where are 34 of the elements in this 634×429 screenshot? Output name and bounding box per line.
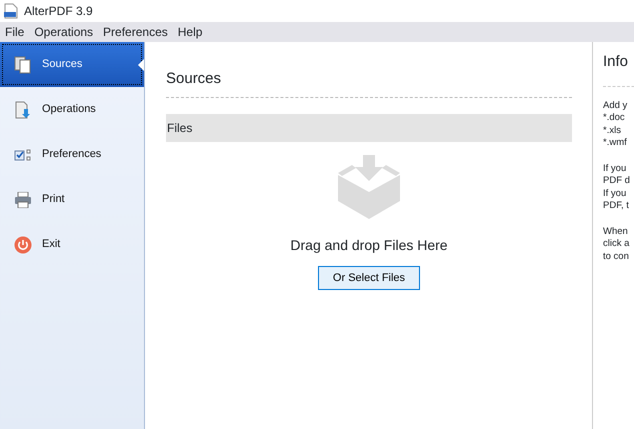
- info-text-line: If you: [603, 162, 628, 175]
- info-text-line: to con: [603, 250, 630, 263]
- power-icon: [14, 236, 32, 254]
- menu-item[interactable]: File: [0, 23, 30, 41]
- app-icon: [4, 3, 18, 19]
- sidebar-item[interactable]: Exit: [0, 222, 144, 267]
- menu-item[interactable]: Help: [172, 23, 208, 41]
- printer-icon: [14, 192, 32, 208]
- info-title: Info: [603, 51, 634, 86]
- info-text-line: When: [603, 226, 629, 238]
- info-text-line: click a: [603, 238, 630, 250]
- sidebar-item[interactable]: Print: [0, 177, 144, 222]
- page-title: Sources: [166, 68, 572, 98]
- info-text-line: If you: [603, 188, 628, 200]
- sources-icon: [14, 56, 32, 74]
- info-text-line: *.wmf: [603, 137, 628, 150]
- info-text-line: PDF d: [603, 175, 631, 188]
- drop-instruction: Drag and drop Files Here: [290, 236, 448, 255]
- section-header: Files: [166, 114, 572, 142]
- info-text-line: *.doc: [603, 112, 626, 124]
- info-text-line: *.xls: [603, 124, 622, 137]
- menu-item[interactable]: Preferences: [98, 23, 173, 41]
- info-text-line: PDF, t: [603, 200, 630, 212]
- sidebar-item[interactable]: Sources: [0, 42, 144, 87]
- checklist-icon: [14, 148, 32, 162]
- sidebar-item[interactable]: Operations: [0, 87, 144, 132]
- window-title: AlterPDF 3.9: [24, 3, 93, 20]
- menu-item[interactable]: Operations: [29, 23, 98, 41]
- selection-pointer: [138, 58, 144, 70]
- drop-box-icon: [338, 154, 400, 220]
- sidebar-item[interactable]: Preferences: [0, 132, 144, 177]
- info-text-line: Add y: [603, 100, 628, 112]
- document-arrow-icon: [14, 100, 32, 118]
- select-files-button[interactable]: Or Select Files: [318, 266, 420, 290]
